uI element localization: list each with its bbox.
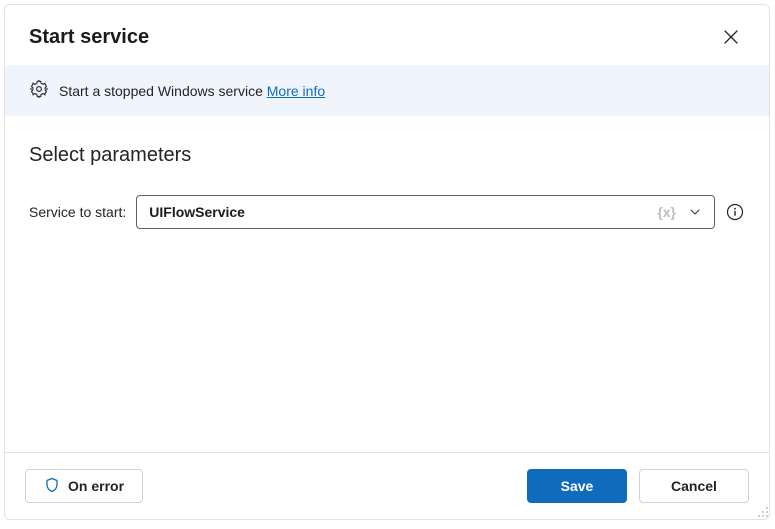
chevron-down-icon[interactable] (682, 205, 708, 219)
close-button[interactable] (717, 23, 745, 51)
dialog-title: Start service (29, 26, 149, 49)
on-error-label: On error (68, 478, 124, 494)
info-icon[interactable] (725, 202, 745, 222)
gear-icon (29, 79, 49, 102)
on-error-button[interactable]: On error (25, 469, 143, 503)
dialog-header: Start service (5, 5, 769, 65)
info-text: Start a stopped Windows service More inf… (59, 83, 325, 99)
parameters-heading: Select parameters (29, 144, 745, 167)
resize-grip-icon[interactable] (757, 505, 769, 523)
close-icon (724, 30, 738, 44)
service-to-start-row: Service to start: UIFlowService {x} (29, 195, 745, 229)
save-button[interactable]: Save (527, 469, 627, 503)
info-bar: Start a stopped Windows service More inf… (5, 65, 769, 116)
start-service-dialog: Start service Start a stopped Windows se… (4, 4, 770, 520)
service-to-start-value: UIFlowService (149, 204, 651, 220)
more-info-link[interactable]: More info (267, 83, 325, 99)
variable-token-icon[interactable]: {x} (657, 204, 676, 220)
shield-icon (44, 477, 60, 496)
cancel-button[interactable]: Cancel (639, 469, 749, 503)
service-to-start-label: Service to start: (29, 204, 126, 220)
dialog-footer: On error Save Cancel (5, 452, 769, 519)
dialog-content: Select parameters Service to start: UIFl… (5, 116, 769, 452)
footer-actions: Save Cancel (527, 469, 749, 503)
service-to-start-combobox[interactable]: UIFlowService {x} (136, 195, 715, 229)
